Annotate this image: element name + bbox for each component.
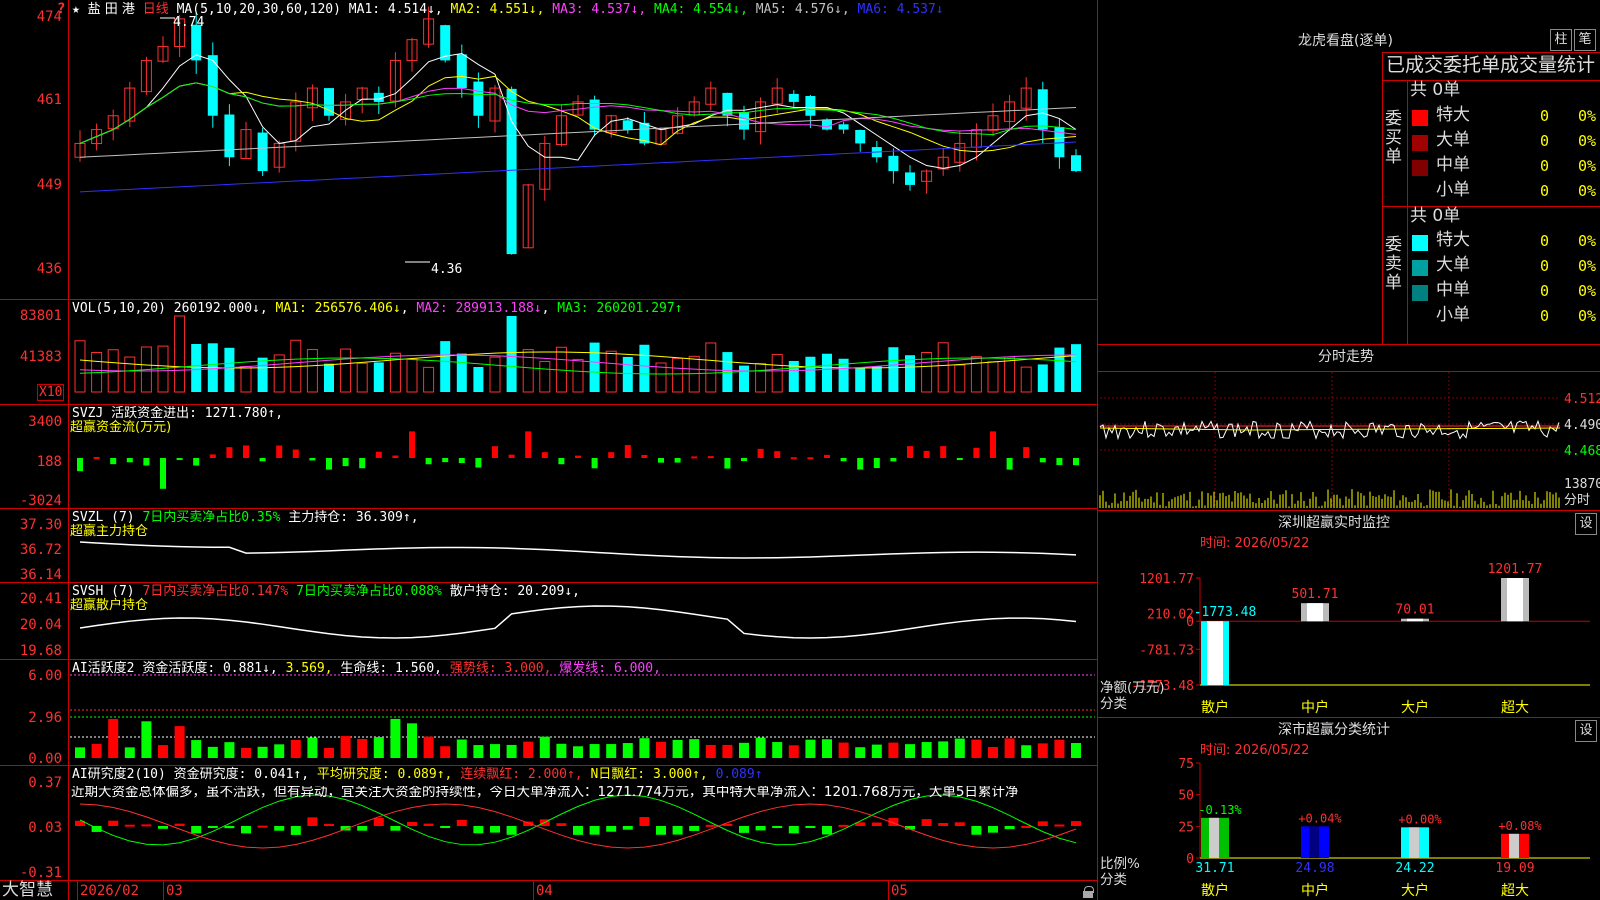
category-label: 超大 <box>1501 883 1529 899</box>
bar-value-label: 19.09 <box>1495 861 1534 876</box>
change-label: -0.13% <box>1198 803 1242 817</box>
category-label: 中户 <box>1301 882 1329 899</box>
classify-chart: 75 50 25 0 -0.13% 31.71 散户 +0.04% 24.98 中户 +0.00% 2… <box>1178 757 1590 899</box>
category-label: 散户 <box>1201 882 1229 899</box>
bar-value-label: 24.22 <box>1395 861 1434 876</box>
bar-highlight <box>1209 817 1219 858</box>
bar-value-label: 24.98 <box>1295 861 1334 876</box>
classify-xlabel: 分类 <box>1100 872 1127 888</box>
change-label: +0.00% <box>1398 812 1442 826</box>
category-label: 大户 <box>1401 882 1429 899</box>
y-tick-label: 0 <box>1186 852 1194 867</box>
bar-highlight <box>1309 826 1319 858</box>
bar-value-label: 31.71 <box>1195 861 1234 876</box>
y-tick-label: 50 <box>1178 789 1194 804</box>
change-label: +0.08% <box>1498 819 1542 833</box>
bar-highlight <box>1509 833 1519 858</box>
bar-highlight <box>1409 827 1419 858</box>
y-tick-label: 75 <box>1178 757 1194 772</box>
y-tick-label: 25 <box>1178 820 1194 835</box>
classify-ylabel: 比例% <box>1100 856 1140 872</box>
change-label: +0.04% <box>1298 811 1342 825</box>
